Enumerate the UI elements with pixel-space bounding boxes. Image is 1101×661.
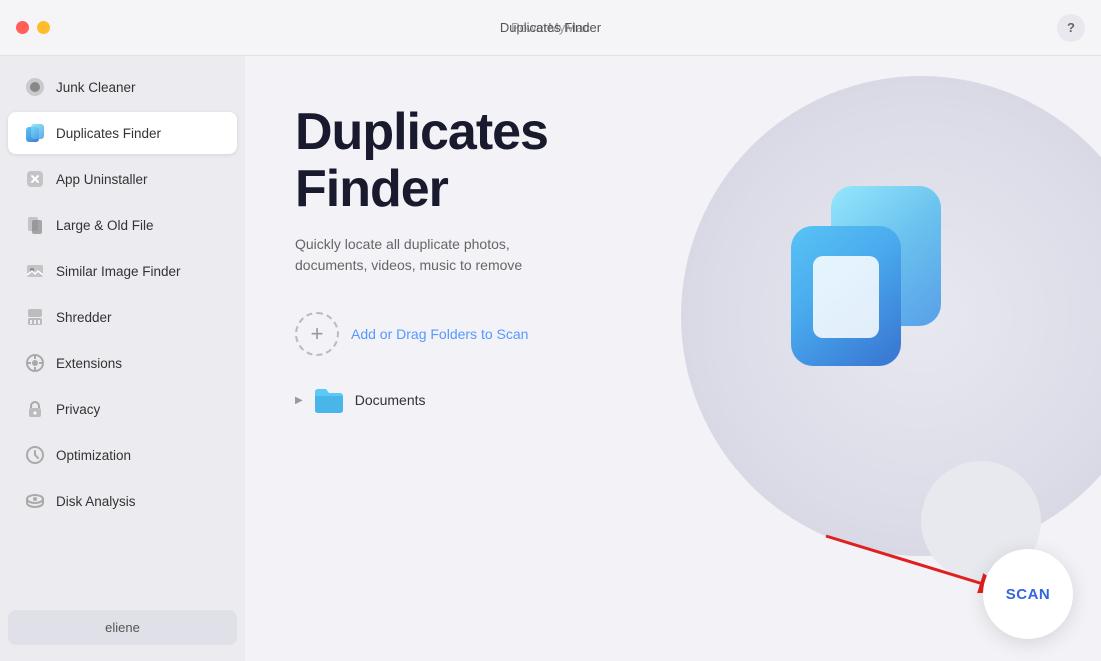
sidebar: Junk Cleaner bbox=[0, 56, 245, 661]
extensions-icon bbox=[24, 352, 46, 374]
sidebar-item-label: Disk Analysis bbox=[56, 494, 136, 509]
sidebar-item-disk-analysis[interactable]: Disk Analysis bbox=[8, 480, 237, 522]
sidebar-item-similar-image-finder[interactable]: Similar Image Finder bbox=[8, 250, 237, 292]
sidebar-item-label: Extensions bbox=[56, 356, 122, 371]
sidebar-item-junk-cleaner[interactable]: Junk Cleaner bbox=[8, 66, 237, 108]
sidebar-item-label: Optimization bbox=[56, 448, 131, 463]
folder-name-label: Documents bbox=[355, 392, 426, 408]
sidebar-item-shredder[interactable]: Shredder bbox=[8, 296, 237, 338]
app-uninstaller-icon bbox=[24, 168, 46, 190]
sidebar-item-privacy[interactable]: Privacy bbox=[8, 388, 237, 430]
window-title-label: Duplicates Finder bbox=[500, 20, 601, 35]
duplicates-finder-icon bbox=[24, 122, 46, 144]
folder-expand-arrow: ▶ bbox=[295, 395, 303, 406]
folder-icon bbox=[313, 384, 345, 416]
sidebar-item-duplicates-finder[interactable]: Duplicates Finder bbox=[8, 112, 237, 154]
sidebar-item-label: App Uninstaller bbox=[56, 172, 148, 187]
minimize-button[interactable] bbox=[37, 21, 50, 34]
sidebar-item-label: Duplicates Finder bbox=[56, 126, 161, 141]
sidebar-item-label: Privacy bbox=[56, 402, 100, 417]
privacy-icon bbox=[24, 398, 46, 420]
sidebar-item-app-uninstaller[interactable]: App Uninstaller bbox=[8, 158, 237, 200]
sidebar-item-large-old-file[interactable]: Large & Old File bbox=[8, 204, 237, 246]
large-old-file-icon bbox=[24, 214, 46, 236]
junk-cleaner-icon bbox=[24, 76, 46, 98]
add-plus-icon: + bbox=[295, 312, 339, 356]
duplicates-finder-hero-icon bbox=[771, 166, 971, 386]
sidebar-item-extensions[interactable]: Extensions bbox=[8, 342, 237, 384]
sidebar-item-label: Shredder bbox=[56, 310, 112, 325]
shredder-icon bbox=[24, 306, 46, 328]
main-layout: Junk Cleaner bbox=[0, 56, 1101, 661]
close-button[interactable] bbox=[16, 21, 29, 34]
user-label[interactable]: eliene bbox=[8, 610, 237, 645]
sidebar-item-label: Junk Cleaner bbox=[56, 80, 136, 95]
sidebar-item-label: Large & Old File bbox=[56, 218, 154, 233]
similar-image-finder-icon bbox=[24, 260, 46, 282]
content-area: Duplicates Finder Quickly locate all dup… bbox=[245, 56, 1101, 661]
sidebar-item-optimization[interactable]: Optimization bbox=[8, 434, 237, 476]
help-button[interactable]: ? bbox=[1057, 14, 1085, 42]
add-folder-button[interactable]: + Add or Drag Folders to Scan bbox=[295, 312, 528, 356]
disk-analysis-icon bbox=[24, 490, 46, 512]
optimization-icon bbox=[24, 444, 46, 466]
add-folder-label: Add or Drag Folders to Scan bbox=[351, 326, 528, 342]
sidebar-item-label: Similar Image Finder bbox=[56, 264, 181, 279]
scan-button[interactable]: SCAN bbox=[983, 549, 1073, 639]
traffic-lights bbox=[16, 21, 50, 34]
titlebar: PowerMyMac Duplicates Finder ? bbox=[0, 0, 1101, 56]
